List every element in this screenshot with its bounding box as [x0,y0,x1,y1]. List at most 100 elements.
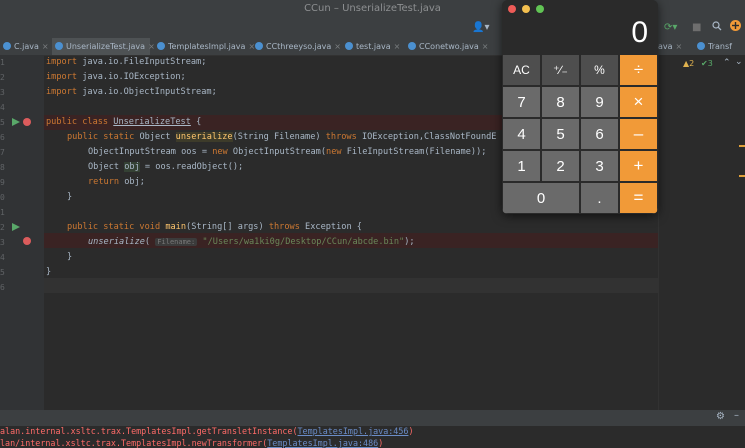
ok-count[interactable]: ✔3 [701,59,713,68]
multiply-button[interactable]: × [619,86,658,118]
tab-ccthreeyso[interactable]: CCthreeyso.java × [252,38,341,55]
digit-9-button[interactable]: 9 [580,86,619,118]
close-icon[interactable]: × [334,42,341,51]
tab-partial[interactable]: ava × [658,38,688,55]
error-stripe-marker[interactable] [739,145,745,147]
line-number: 5 [0,268,5,277]
calculator-display-area: 0 [502,0,658,54]
line-number: 2 [0,73,5,82]
tab-label: C.java [14,42,39,51]
console-output[interactable]: alan.internal.xsltc.trax.TemplatesImpl.g… [0,426,745,448]
search-icon[interactable] [712,20,722,36]
chevron-down-icon[interactable]: ⌄ [735,57,743,67]
decimal-button[interactable]: . [580,182,619,214]
tab-label: CConetwo.java [419,42,479,51]
minimize-icon[interactable]: – [734,410,739,421]
code-line: public class UnserializeTest { [46,117,202,127]
error-stripe-marker[interactable] [739,175,745,177]
clear-button[interactable]: AC [502,54,541,86]
digit-4-button[interactable]: 4 [502,118,541,150]
minimize-window-button[interactable] [522,5,530,13]
close-icon[interactable]: × [394,42,401,51]
stop-icon[interactable]: ■ [692,20,701,36]
run-icon[interactable] [12,223,20,231]
digit-8-button[interactable]: 8 [541,86,580,118]
line-number: 5 [0,118,5,127]
code-line: unserialize( Filename: "/Users/wa1ki0g/D… [88,237,415,247]
code-line: Object obj = oos.readObject(); [88,162,244,172]
run-icon[interactable] [12,118,20,126]
user-icon[interactable]: 👤▾ [472,20,489,36]
sign-toggle-button[interactable]: ⁺∕₋ [541,54,580,86]
digit-1-button[interactable]: 1 [502,150,541,182]
close-window-button[interactable] [508,5,516,13]
line-number: 4 [0,103,5,112]
percent-button[interactable]: % [580,54,619,86]
breakpoint-icon[interactable] [23,118,31,126]
code-line: import java.io.FileInputStream; [46,57,207,67]
chevron-up-icon[interactable]: ⌃ [723,58,731,68]
line-number: 1 [0,208,5,217]
code-line: public static void main(String[] args) t… [67,222,362,232]
parameter-hint: Filename: [155,238,198,246]
close-icon[interactable]: × [676,42,683,51]
tab-templatesimpl[interactable]: TemplatesImpl.java × [154,38,255,55]
class-icon [3,42,11,50]
plus-button[interactable]: + [619,150,658,182]
code-line: public static Object unserialize(String … [67,132,497,142]
digit-5-button[interactable]: 5 [541,118,580,150]
tab-c[interactable]: C.java × [0,38,50,55]
class-icon [697,42,705,50]
tab-unserializetest[interactable]: UnserializeTest.java × [52,38,155,55]
editor-gutter[interactable]: 1 2 3 4 5 6 7 8 9 0 1 2 3 4 5 6 [0,55,44,410]
tab-label: TemplatesImpl.java [168,42,246,51]
stacktrace-link[interactable]: TemplatesImpl.java:486 [267,438,378,448]
tab-test[interactable]: test.java × [342,38,402,55]
line-number: 0 [0,193,5,202]
close-icon[interactable]: × [42,42,49,51]
code-line: } [67,192,73,202]
digit-3-button[interactable]: 3 [580,150,619,182]
run-config-icon[interactable]: ⟳▾ [664,20,677,36]
code-line: } [67,252,73,262]
stacktrace-link[interactable]: TemplatesImpl.java:456 [298,426,409,436]
close-icon[interactable]: × [482,42,489,51]
tab-label: ava [658,42,673,51]
code-line: import java.io.ObjectInputStream; [46,87,217,97]
line-number: 8 [0,163,5,172]
line-number: 6 [0,133,5,142]
code-line: } [46,267,52,277]
console-line: lan/internal.xsltc.trax.TemplatesImpl.ne… [0,438,384,448]
tab-label: Transf [708,42,732,51]
gear-icon[interactable]: ⚙ [716,411,725,422]
digit-2-button[interactable]: 2 [541,150,580,182]
update-icon[interactable] [730,20,741,36]
line-number: 2 [0,223,5,232]
code-line: import java.io.IOException; [46,72,186,82]
line-number: 4 [0,253,5,262]
line-number: 3 [0,88,5,97]
zoom-window-button[interactable] [536,5,544,13]
class-icon [55,42,63,50]
tool-window-bar: ⚙ – [0,410,745,426]
tab-cconetwo[interactable]: CConetwo.java × [405,38,495,55]
digit-7-button[interactable]: 7 [502,86,541,118]
code-line: return obj; [88,177,145,187]
inspection-panel: ▲2 ✔3 ⌃ ⌄ [658,55,745,410]
line-number: 6 [0,283,5,292]
line-number: 9 [0,178,5,187]
minus-button[interactable]: – [619,118,658,150]
line-number: 3 [0,238,5,247]
digit-6-button[interactable]: 6 [580,118,619,150]
line-number: 1 [0,58,5,67]
console-line: alan.internal.xsltc.trax.TemplatesImpl.g… [0,426,414,436]
tab-transformer[interactable]: Transf [694,38,745,55]
warnings-count[interactable]: ▲2 [683,59,694,68]
code-editor[interactable]: import java.io.FileInputStream; import j… [46,55,501,410]
calculator-window: 0 AC ⁺∕₋ % ÷ 7 8 9 × 4 5 6 – 1 2 3 + 0 .… [502,0,658,214]
digit-0-button[interactable]: 0 [502,182,580,214]
breakpoint-icon[interactable] [23,237,31,245]
class-icon [408,42,416,50]
divide-button[interactable]: ÷ [619,54,658,86]
equals-button[interactable]: = [619,182,658,214]
